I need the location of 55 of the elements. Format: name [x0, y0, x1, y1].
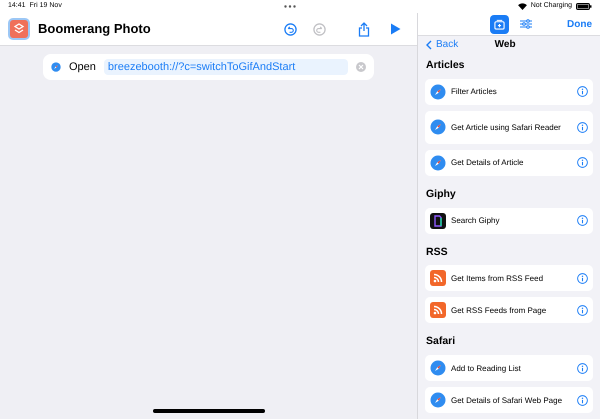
- section-header: Safari: [425, 334, 456, 350]
- info-icon[interactable]: [577, 122, 588, 133]
- action-label: Search Giphy: [451, 215, 500, 226]
- library-tab[interactable]: [490, 14, 508, 34]
- info-icon[interactable]: [577, 157, 588, 168]
- panel-title: Web: [494, 38, 517, 52]
- compass-icon: [430, 392, 446, 408]
- action-list-item[interactable]: Get Details of Article: [425, 150, 593, 176]
- action-label: Add to Reading List: [451, 362, 521, 374]
- action-list-item[interactable]: Add to Reading List: [425, 355, 593, 381]
- action-label: Get Details of Safari Web Page: [451, 394, 562, 406]
- share-button[interactable]: [358, 22, 370, 36]
- info-icon[interactable]: [577, 272, 588, 284]
- done-button[interactable]: Done: [567, 16, 592, 32]
- battery-icon: [576, 3, 592, 10]
- action-list-item[interactable]: Get Details of Safari Web Page: [425, 387, 593, 413]
- compass-icon: [430, 119, 446, 136]
- info-icon[interactable]: [577, 86, 588, 98]
- compass-icon: [430, 360, 446, 376]
- rss-icon: [430, 270, 446, 286]
- undo-button[interactable]: [284, 22, 297, 36]
- play-button[interactable]: [390, 23, 401, 35]
- info-icon[interactable]: [577, 215, 588, 226]
- giphy-icon: [430, 212, 446, 228]
- section-header: Articles: [425, 58, 466, 73]
- action-list-item[interactable]: Search Giphy: [425, 208, 593, 234]
- library-icon: [494, 18, 504, 30]
- url-token[interactable]: breezebooth://?c=switchToGifAndStart: [104, 58, 348, 76]
- action-list-item[interactable]: Get Article using Safari Reader: [425, 110, 593, 144]
- shortcut-title: Boomerang Photo: [38, 20, 152, 38]
- action-label: Get Items from RSS Feed: [451, 272, 544, 284]
- action-card[interactable]: Open breezebooth://?c=switchToGifAndStart: [43, 54, 374, 80]
- compass-icon: [430, 154, 446, 171]
- action-label: Filter Articles: [451, 86, 497, 98]
- section-header: Giphy: [425, 186, 457, 202]
- back-button[interactable]: Back: [426, 37, 458, 52]
- action-list-item[interactable]: Get RSS Feeds from Page: [425, 297, 593, 324]
- compass-icon: [51, 62, 61, 72]
- chevron-left-icon: [426, 40, 432, 50]
- info-icon[interactable]: [577, 304, 588, 316]
- action-list-item[interactable]: Filter Articles: [425, 78, 593, 105]
- rss-icon: [430, 302, 446, 318]
- sliders-icon: [520, 19, 532, 30]
- action-label: Get Details of Article: [451, 157, 524, 168]
- info-icon[interactable]: [577, 394, 588, 406]
- wifi-icon: [518, 3, 527, 10]
- action-label: Get Article using Safari Reader: [451, 122, 561, 133]
- action-verb: Open: [69, 60, 96, 75]
- section-header: RSS: [425, 244, 449, 260]
- more-dots-icon: [284, 5, 296, 8]
- action-list-item[interactable]: Get Items from RSS Feed: [425, 265, 593, 292]
- compass-icon: [430, 84, 446, 100]
- action-label: Get RSS Feeds from Page: [451, 304, 546, 316]
- app-icon: [8, 18, 30, 40]
- info-icon[interactable]: [577, 362, 588, 374]
